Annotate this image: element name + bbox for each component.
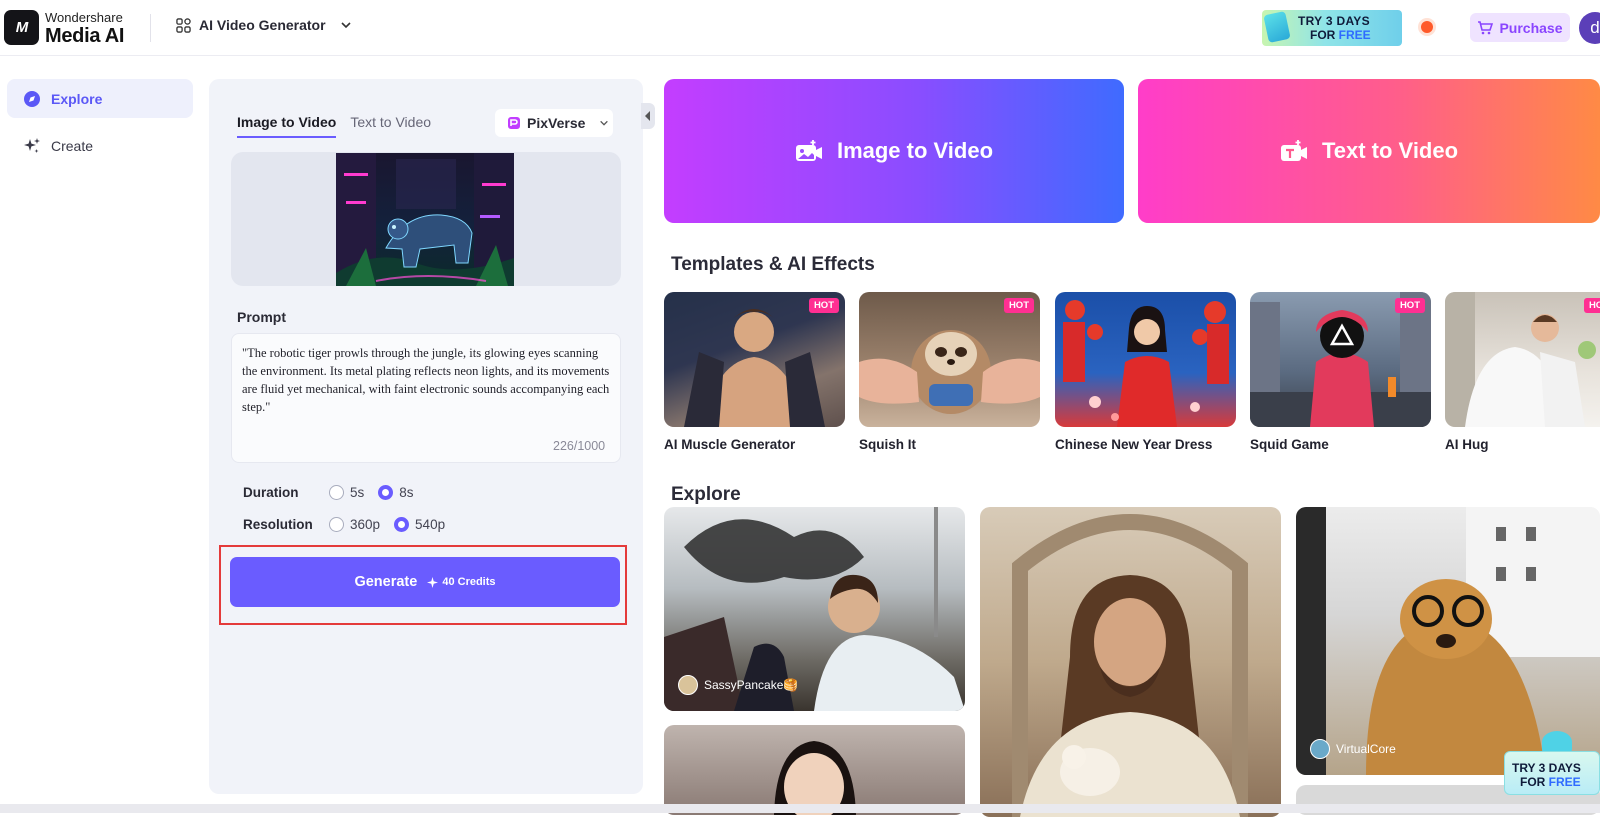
template-name: AI Muscle Generator	[664, 437, 796, 452]
credits-cost: 40 Credits	[427, 576, 496, 588]
template-card-squish-it[interactable]: HOT Squish It	[859, 292, 1040, 452]
duration-row: Duration 5s 8s	[243, 485, 428, 500]
compass-icon	[24, 90, 40, 107]
sidebar-item-explore[interactable]: Explore	[7, 79, 193, 118]
promo-line-2: FOR FREE	[1310, 28, 1371, 42]
robotic-tiger-image	[336, 153, 514, 286]
radio-icon	[329, 485, 344, 500]
explore-card[interactable]: SassyPancake🥞	[664, 507, 965, 711]
sparkle-icon	[427, 576, 439, 588]
template-name: Squid Game	[1250, 437, 1329, 452]
creator-avatar	[678, 675, 698, 695]
template-card-ai-hug[interactable]: HOT AI Hug	[1445, 292, 1600, 452]
template-card-ai-muscle-generator[interactable]: HOT AI Muscle Generator	[664, 292, 845, 452]
explore-card[interactable]	[980, 507, 1281, 817]
resolution-option-540p[interactable]: 540p	[394, 517, 445, 532]
gift-bow-icon	[1542, 731, 1572, 753]
resolution-label: Resolution	[243, 517, 313, 532]
creator-tag[interactable]: SassyPancake🥞	[678, 675, 798, 695]
promo-line-1: TRY 3 DAYS	[1298, 14, 1370, 28]
image-to-video-card[interactable]: Image to Video	[664, 79, 1124, 223]
creator-avatar	[1310, 739, 1330, 759]
text-video-icon	[1280, 140, 1307, 161]
user-avatar[interactable]: d	[1579, 12, 1600, 44]
caret-left-icon	[645, 111, 650, 121]
notification-dot[interactable]	[1421, 21, 1433, 33]
templates-section-title: Templates & AI Effects	[671, 254, 875, 275]
floating-free-trial-promo[interactable]: TRY 3 DAYS FOR FREE	[1504, 729, 1600, 795]
image-video-icon	[795, 140, 822, 161]
cart-icon	[1478, 20, 1494, 34]
template-card-squid-game[interactable]: HOT Squid Game	[1250, 292, 1431, 452]
hot-badge: HOT	[808, 298, 839, 313]
sparkle-icon	[24, 137, 40, 153]
generator-tabs: Image to Video Text to Video	[237, 114, 431, 138]
creator-name: SassyPancake🥞	[704, 678, 799, 692]
product-switcher[interactable]: AI Video Generator	[176, 17, 352, 33]
chevron-down-icon	[340, 22, 351, 29]
horizontal-scrollbar[interactable]	[0, 804, 1600, 813]
sidebar-item-create[interactable]: Create	[7, 126, 193, 165]
brand-line-1: Wondershare	[45, 10, 123, 25]
explore-section-title: Explore	[671, 484, 741, 505]
hot-badge: HOT	[1003, 298, 1034, 313]
float-promo-line-1: TRY 3 DAYS	[1512, 761, 1581, 775]
header-divider	[150, 14, 151, 42]
mode-label: Text to Video	[1321, 138, 1459, 163]
collapse-panel-handle[interactable]	[641, 103, 655, 129]
chevron-down-icon	[600, 120, 609, 126]
template-name: Squish It	[859, 437, 916, 452]
duration-option-5s[interactable]: 5s	[329, 485, 364, 500]
image-upload-preview[interactable]	[231, 152, 621, 286]
creator-tag[interactable]: VirtualCore	[1310, 739, 1396, 759]
tab-image-to-video[interactable]: Image to Video	[237, 114, 337, 138]
model-dropdown[interactable]: PixVerse	[495, 109, 613, 137]
brand-name[interactable]: Wondershare Media AI	[45, 11, 124, 46]
template-thumbnail: HOT	[664, 292, 845, 427]
hot-badge: HOT	[1394, 298, 1425, 313]
template-card-chinese-new-year-dress[interactable]: Chinese New Year Dress	[1055, 292, 1236, 452]
product-name: AI Video Generator	[199, 17, 326, 33]
top-bar: M Wondershare Media AI AI Video Generato…	[0, 0, 1600, 56]
purchase-label: Purchase	[1499, 19, 1563, 36]
prompt-label: Prompt	[237, 309, 286, 325]
template-thumbnail	[1055, 292, 1236, 427]
template-name: Chinese New Year Dress	[1055, 437, 1213, 452]
free-trial-banner[interactable]: TRY 3 DAYS FOR FREE	[1262, 10, 1402, 46]
model-name: PixVerse	[527, 115, 586, 131]
float-promo-line-2: FOR FREE	[1520, 775, 1581, 789]
generate-button[interactable]: Generate 40 Credits	[230, 557, 620, 607]
template-thumbnail: HOT	[1445, 292, 1600, 427]
template-thumbnail: HOT	[859, 292, 1040, 427]
tab-text-to-video[interactable]: Text to Video	[350, 114, 431, 138]
mode-label: Image to Video	[836, 138, 994, 163]
explore-card[interactable]	[664, 725, 965, 815]
template-name: AI Hug	[1445, 437, 1489, 452]
prompt-character-count: 226/1000	[553, 439, 606, 453]
hot-badge: HOT	[1583, 298, 1600, 313]
sidebar-item-label: Create	[51, 137, 94, 154]
resolution-option-360p[interactable]: 360p	[329, 517, 380, 532]
text-to-video-card[interactable]: Text to Video	[1138, 79, 1600, 223]
explore-image	[774, 741, 856, 815]
brand-line-2: Media AI	[45, 25, 125, 47]
media-ai-logo[interactable]: M	[4, 10, 39, 45]
creator-name: VirtualCore	[1336, 742, 1396, 756]
template-thumbnail: HOT	[1250, 292, 1431, 427]
radio-icon	[329, 517, 344, 532]
radio-selected-icon	[378, 485, 394, 500]
sidebar-item-label: Explore	[51, 90, 103, 107]
gift-icon	[1263, 11, 1291, 43]
resolution-row: Resolution 360p 540p	[243, 517, 459, 532]
generate-label: Generate	[354, 574, 418, 590]
duration-option-8s[interactable]: 8s	[378, 485, 414, 500]
explore-image	[1012, 514, 1248, 817]
radio-selected-icon	[394, 517, 410, 532]
apps-grid-icon	[176, 17, 191, 33]
duration-label: Duration	[243, 485, 299, 500]
pixverse-logo-icon	[508, 117, 520, 129]
purchase-button[interactable]: Purchase	[1470, 13, 1570, 42]
logo-mark: M	[15, 19, 28, 36]
